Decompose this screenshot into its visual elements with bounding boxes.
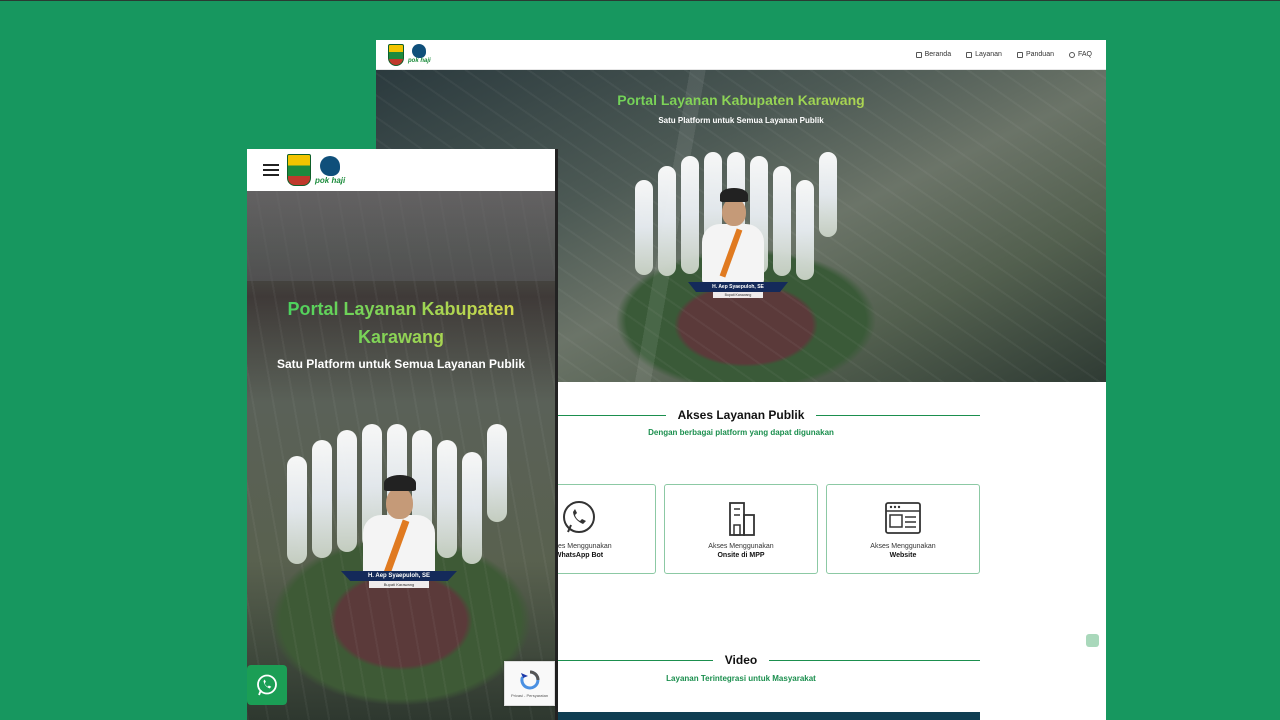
karawang-emblem-icon <box>388 43 404 66</box>
card-onsite-mpp[interactable]: Akses Menggunakan Onsite di MPP <box>664 484 818 574</box>
recaptcha-icon <box>519 670 539 690</box>
access-cards: Akses Menggunakan WhatsApp Bot Akses Men… <box>502 484 980 574</box>
whatsapp-icon <box>257 674 277 696</box>
whatsapp-float-button[interactable] <box>247 665 287 705</box>
nav-beranda[interactable]: Beranda <box>915 51 951 58</box>
video-player[interactable] <box>502 712 980 720</box>
mobile-logos[interactable]: pok haji <box>287 154 345 186</box>
hero-nameplate: H. Aep Syaepuloh, SE Bupati Karawang <box>688 282 788 298</box>
book-icon <box>1016 51 1023 58</box>
mobile-navbar: pok haji <box>247 149 555 191</box>
desktop-navbar: pok haji Beranda Layanan Panduan FAQ <box>376 40 1106 70</box>
hero-subtitle: Satu Platform untuk Semua Layanan Publik <box>658 116 824 125</box>
pokhaji-logo-icon: pok haji <box>315 155 346 185</box>
nav-panduan[interactable]: Panduan <box>1016 51 1054 58</box>
home-icon <box>915 51 922 58</box>
nav-faq[interactable]: FAQ <box>1068 51 1092 58</box>
top-border <box>0 0 1280 1</box>
mobile-screenshot: pok haji Portal Layanan Kabupaten Karawa… <box>247 149 555 720</box>
card-website[interactable]: Akses Menggunakan Website <box>826 484 980 574</box>
mobile-nameplate: H. Aep Syaepuloh, SE Bupati Karawang <box>341 571 457 588</box>
list-icon <box>966 51 973 58</box>
video-section-header: Video <box>502 653 980 667</box>
video-subtitle: Layanan Terintegrasi untuk Masyarakat <box>666 674 816 683</box>
building-icon <box>722 499 760 537</box>
access-section-header: Akses Layanan Publik <box>502 408 981 422</box>
browser-icon <box>884 499 922 537</box>
hero-title: Portal Layanan Kabupaten Karawang <box>376 92 1106 108</box>
help-icon <box>1068 51 1075 58</box>
access-title: Akses Layanan Publik <box>677 408 805 422</box>
person-role: Bupati Karawang <box>713 292 763 298</box>
desktop-nav-links: Beranda Layanan Panduan FAQ <box>915 51 1092 58</box>
desktop-logos[interactable]: pok haji <box>388 43 431 66</box>
access-subtitle: Dengan berbagai platform yang dapat digu… <box>648 428 834 437</box>
karawang-emblem-icon <box>287 154 311 186</box>
mobile-bupati-photo <box>359 463 439 581</box>
nav-layanan[interactable]: Layanan <box>966 51 1002 58</box>
mobile-person-role: Bupati Karawang <box>369 581 429 588</box>
pokhaji-logo-icon: pok haji <box>408 44 431 65</box>
person-name: H. Aep Syaepuloh, SE <box>688 282 788 292</box>
bupati-photo <box>698 178 768 284</box>
mobile-hero-title: Portal Layanan Kabupaten Karawang <box>257 295 545 351</box>
mobile-hero: Portal Layanan Kabupaten Karawang Satu P… <box>247 191 555 720</box>
mobile-person-name: H. Aep Syaepuloh, SE <box>341 571 457 581</box>
whatsapp-icon <box>560 499 598 537</box>
video-title: Video <box>724 653 758 667</box>
recaptcha-badge[interactable]: Privasi - Persyaratan <box>504 661 555 706</box>
mobile-hero-subtitle: Satu Platform untuk Semua Layanan Publik <box>276 357 526 371</box>
pokhaji-logo-text: pok haji <box>408 58 431 64</box>
pokhaji-logo-text: pok haji <box>315 175 346 185</box>
hamburger-menu-icon[interactable] <box>263 164 279 176</box>
scroll-top-button[interactable] <box>1086 634 1099 647</box>
